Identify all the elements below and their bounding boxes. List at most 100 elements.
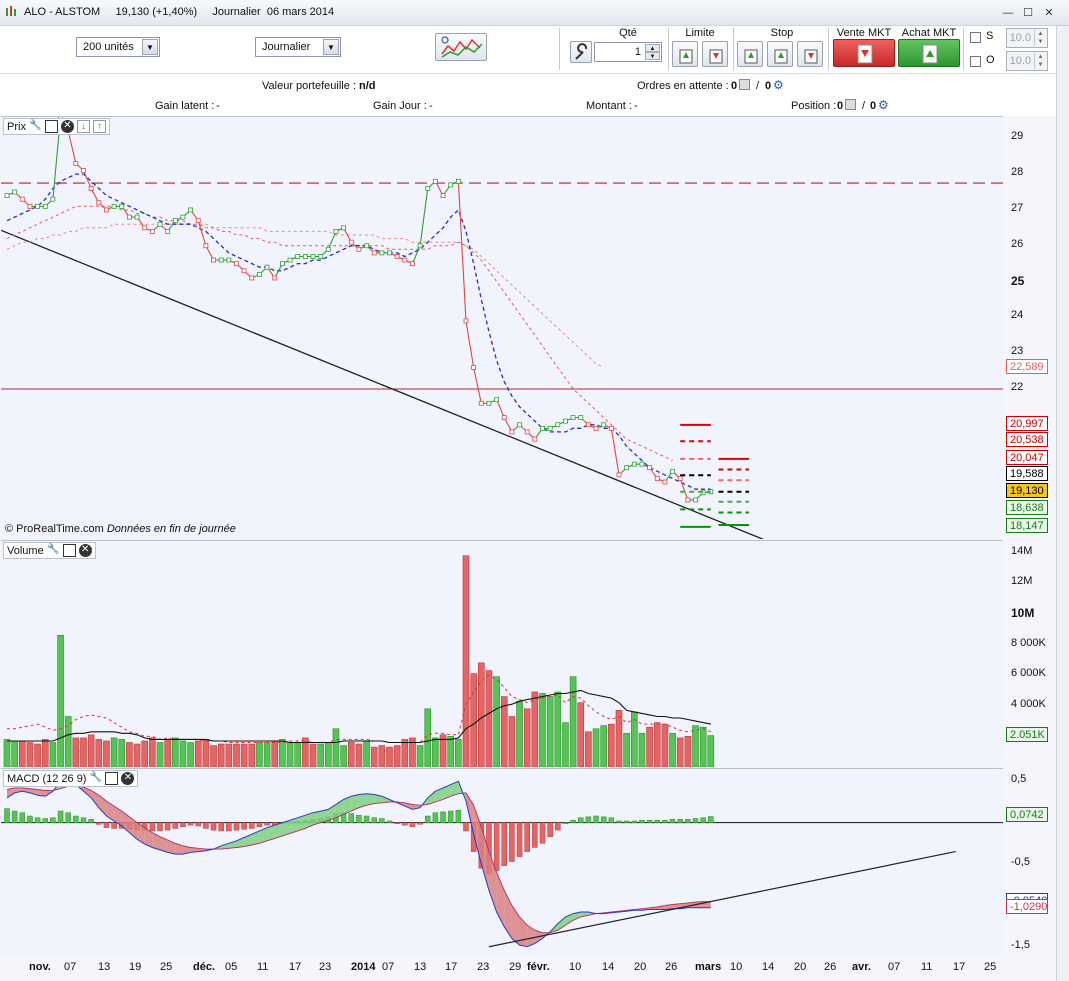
price-chart[interactable] [1, 117, 1003, 539]
date-axis-label: 14 [762, 961, 775, 973]
minimize-button[interactable]: — [1000, 6, 1016, 20]
window-icon[interactable] [62, 544, 76, 557]
date-axis-label: 05 [225, 961, 238, 973]
close-pane-icon[interactable]: ✕ [60, 120, 74, 133]
volume-chart[interactable] [1, 541, 1003, 767]
volume-bar [217, 743, 225, 767]
price-point [272, 275, 278, 281]
macd-histogram-bar [172, 822, 179, 829]
window-icon[interactable] [105, 772, 119, 785]
stop-sell-alt-button[interactable] [797, 41, 823, 67]
gear-icon[interactable]: ⚙ [773, 78, 784, 92]
macd-histogram-bar [639, 819, 645, 823]
date-axis-label: 13 [98, 961, 111, 973]
move-down-icon[interactable]: ↓ [76, 120, 90, 133]
date-axis-label: févr. [527, 961, 550, 973]
maximize-button[interactable]: ☐ [1020, 6, 1036, 20]
macd-histogram-bar [524, 822, 530, 852]
volume-bar [401, 739, 409, 767]
macd-histogram-bar [662, 819, 668, 823]
price-point [211, 257, 216, 263]
o-value-input[interactable]: 10.0 ▲ ▼ [1006, 51, 1048, 71]
macd-histogram-bar [516, 822, 523, 857]
move-up-icon[interactable]: ↑ [92, 120, 106, 133]
o-label: O [986, 54, 995, 66]
axis-tick-label: 24 [1011, 309, 1024, 322]
close-pane-icon[interactable]: ✕ [78, 544, 92, 557]
price-point [616, 472, 622, 478]
sell-market-button[interactable] [833, 39, 895, 67]
stop-sell-button[interactable] [767, 41, 793, 67]
wrench-icon[interactable]: 🔧 [47, 544, 60, 557]
macd-histogram-bar [65, 812, 71, 823]
buy-market-button[interactable] [898, 39, 960, 67]
macd-histogram-bar [417, 822, 423, 825]
price-segment [327, 231, 337, 250]
macd-histogram-bar [646, 819, 653, 823]
price-point [662, 479, 668, 485]
stop-buy-button[interactable] [737, 41, 763, 67]
vertical-scrollbar[interactable] [1056, 26, 1069, 981]
toolbar-divider [733, 28, 734, 70]
gear-icon[interactable]: ⚙ [878, 98, 889, 112]
macd-histogram-bar [562, 822, 569, 824]
orders-list-icon[interactable] [739, 79, 750, 90]
trendline [1, 229, 765, 539]
date-axis-label: 29 [509, 961, 522, 973]
wrench-icon[interactable]: 🔧 [89, 772, 102, 785]
stop-o-checkbox[interactable] [970, 56, 981, 67]
period-select[interactable]: Journalier ▼ [255, 37, 341, 57]
price-point [387, 250, 392, 256]
window-icon[interactable] [44, 120, 58, 133]
date-axis-label: 26 [665, 961, 678, 973]
macd-chart[interactable] [1, 769, 1003, 957]
volume-bar [286, 742, 294, 767]
date-axis-label: 07 [64, 961, 77, 973]
s-value-input[interactable]: 10.0 ▲ ▼ [1006, 28, 1048, 48]
indicators-button[interactable] [435, 33, 487, 61]
price-point [463, 318, 469, 324]
order-settings-button[interactable] [570, 41, 592, 63]
axis-tick-label: 27 [1011, 201, 1024, 214]
date-axis-label: 23 [319, 961, 332, 973]
stop-sell-icon [804, 49, 818, 64]
macd-axis: 0,5-0,5-1-1,50,0742-0,9540-1,0290 [1003, 768, 1056, 956]
volume-bar [248, 743, 256, 767]
date-axis-label: 11 [257, 961, 269, 973]
price-tag: 22,589 [1006, 358, 1048, 374]
units-select[interactable]: 200 unités ▼ [76, 37, 160, 57]
position-list-icon[interactable] [845, 99, 856, 110]
volume-bar [569, 676, 577, 767]
macd-histogram-bar [111, 822, 117, 829]
price-point [379, 250, 385, 256]
volume-bar [585, 731, 592, 767]
axis-tick-label: -1,5 [1011, 938, 1030, 951]
volume-bar [707, 735, 715, 767]
qty-up-icon[interactable]: ▲ [645, 44, 660, 52]
volume-bar [455, 739, 462, 767]
date-axis-label: 17 [445, 961, 458, 973]
spinner-icon[interactable]: ▲ ▼ [1034, 53, 1046, 69]
volume-bar [332, 728, 340, 767]
spinner-icon[interactable]: ▲ ▼ [1034, 30, 1046, 46]
volume-bar [279, 739, 286, 767]
limit-sell-button[interactable] [702, 41, 728, 67]
macd-histogram-bar [677, 819, 683, 823]
close-pane-icon[interactable]: ✕ [121, 772, 135, 785]
close-button[interactable]: ✕ [1041, 6, 1057, 20]
date-axis-label: 20 [634, 961, 647, 973]
price-point [81, 168, 86, 173]
volume-bar [692, 725, 699, 767]
limit-buy-button[interactable] [672, 41, 698, 67]
macd-histogram-bar [103, 822, 110, 828]
qty-down-icon[interactable]: ▼ [645, 52, 660, 60]
volume-bar [608, 723, 615, 767]
stop-s-checkbox[interactable] [970, 32, 981, 43]
price-point [555, 422, 561, 428]
wrench-icon[interactable]: 🔧 [29, 120, 42, 133]
qty-input[interactable]: 1 ▲ ▼ [594, 42, 662, 62]
volume-bar [210, 745, 217, 767]
portfolio-value: n/d [359, 80, 376, 92]
macd-histogram-bar [19, 812, 26, 823]
volume-bar [592, 728, 600, 767]
